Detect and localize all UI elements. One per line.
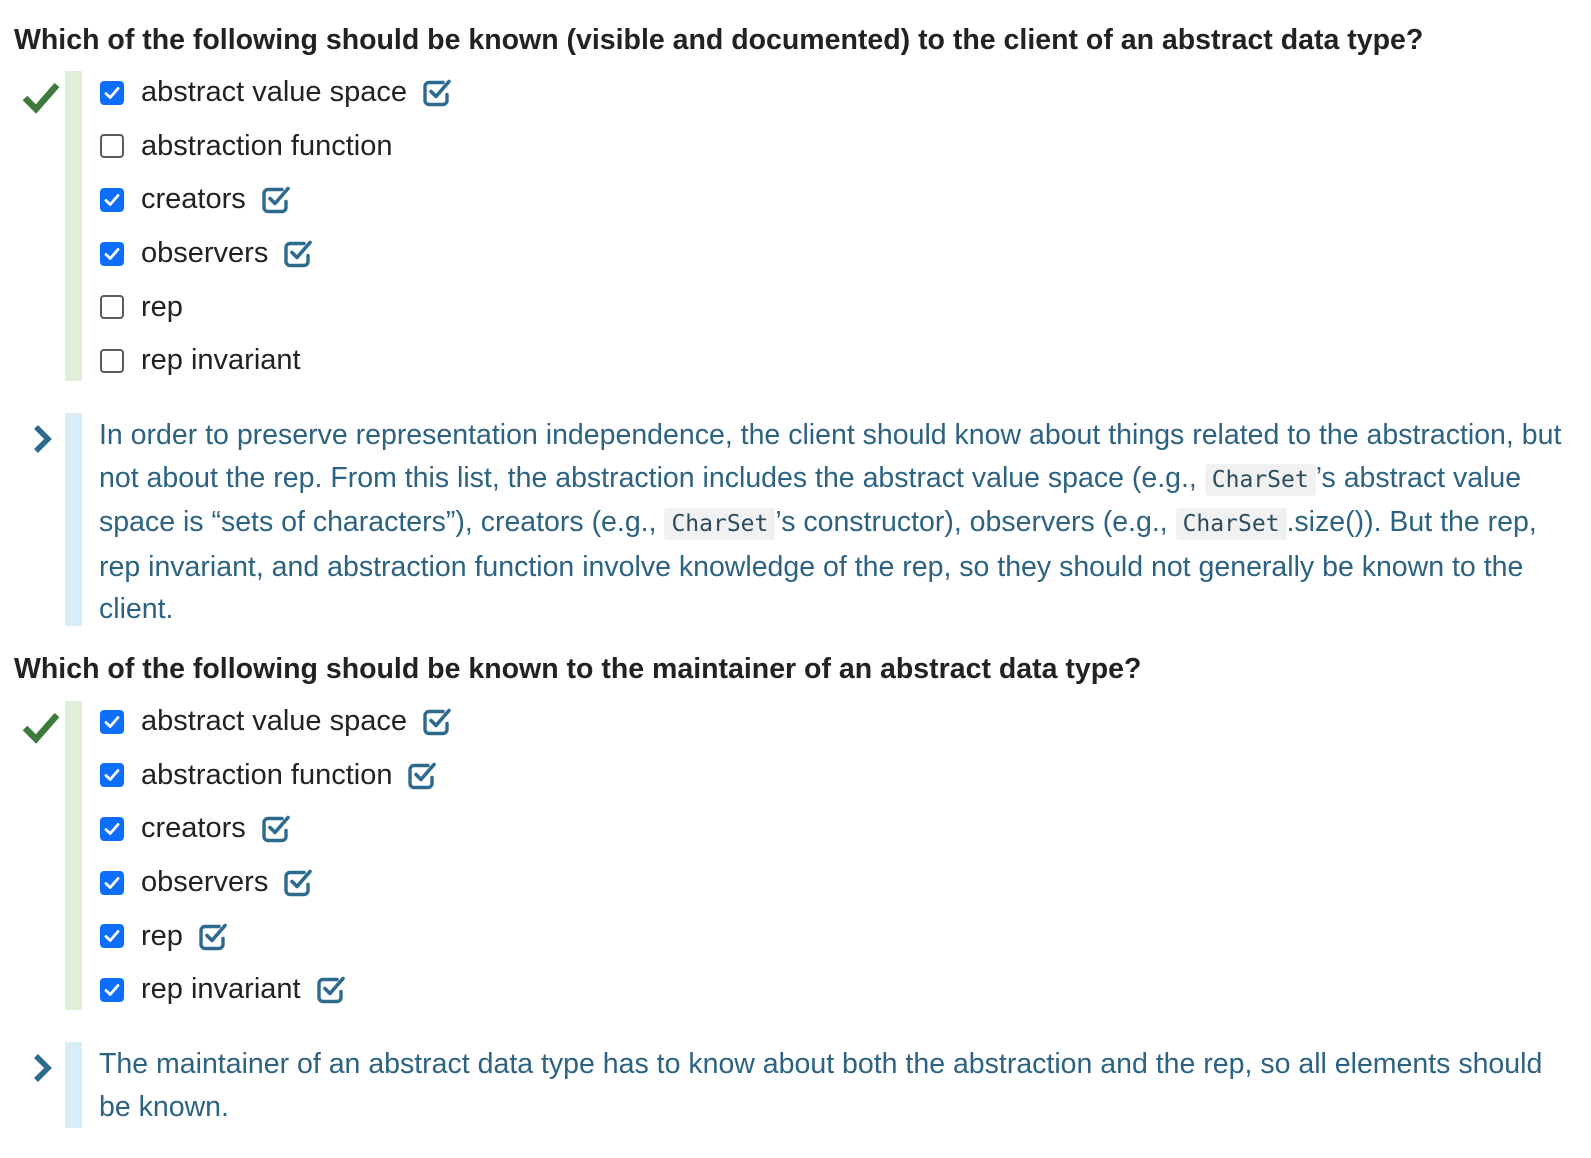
checkbox-checked[interactable]: [100, 763, 124, 788]
check-square-icon: [316, 976, 345, 1004]
explanation-text: ’s constructor), observers (e.g.,: [775, 506, 1176, 538]
checkbox-tick-icon: [104, 769, 120, 782]
answer-option[interactable]: abstraction function: [98, 749, 452, 803]
question-1-explanation: In order to preserve representation inde…: [99, 414, 1574, 631]
check-square-icon: [284, 240, 313, 268]
code-charset: CharSet: [1204, 463, 1316, 496]
answer-option[interactable]: observers: [98, 227, 452, 281]
checkbox-tick-icon: [104, 86, 120, 99]
check-square-icon: [284, 869, 313, 897]
checkbox-checked[interactable]: [100, 80, 124, 105]
checkbox-checked[interactable]: [100, 241, 124, 266]
checkbox-tick-icon: [104, 930, 120, 943]
option-label: rep invariant: [141, 973, 301, 1006]
checkbox-checked[interactable]: [100, 816, 124, 841]
check-square-icon: [408, 762, 437, 790]
checkbox-checked[interactable]: [100, 870, 124, 895]
question-1-title: Which of the following should be known (…: [14, 24, 1424, 56]
question-2-options: abstract value space abstraction function…: [98, 695, 452, 1017]
question-2-title: Which of the following should be known t…: [14, 653, 1142, 685]
checkbox-unchecked[interactable]: [100, 134, 124, 159]
check-square-icon: [423, 79, 451, 107]
checkbox-tick-icon: [104, 983, 120, 996]
checkbox-unchecked[interactable]: [100, 348, 124, 373]
check-square-icon: [262, 187, 290, 214]
checkbox-tick-icon: [104, 194, 120, 206]
answer-bar: [65, 701, 82, 1010]
option-label: rep: [141, 919, 183, 952]
chevron-right-icon[interactable]: [30, 1051, 54, 1085]
code-charset: CharSet: [1175, 508, 1287, 540]
answer-option[interactable]: abstraction function: [98, 120, 452, 174]
question-1-options: abstract value space abstraction function…: [98, 66, 452, 388]
code-charset: CharSet: [664, 508, 776, 540]
checkbox-tick-icon: [104, 823, 120, 835]
checkbox-checked[interactable]: [100, 709, 124, 734]
option-label: creators: [141, 812, 246, 845]
question-2-explanation: The maintainer of an abstract data type …: [99, 1048, 1543, 1123]
option-label: abstract value space: [141, 76, 407, 109]
check-square-icon: [199, 923, 227, 950]
chevron-right-icon[interactable]: [30, 422, 54, 456]
checkbox-tick-icon: [104, 247, 120, 260]
answer-bar: [65, 71, 82, 381]
checkmark-icon: [22, 82, 60, 114]
checkbox-checked[interactable]: [100, 187, 124, 212]
option-label: abstract value space: [141, 705, 407, 738]
checkbox-tick-icon: [104, 715, 120, 728]
answer-option[interactable]: rep: [98, 909, 452, 963]
checkbox-checked[interactable]: [100, 977, 124, 1002]
checkbox-checked[interactable]: [100, 924, 124, 949]
checkbox-unchecked[interactable]: [100, 295, 124, 320]
answer-option[interactable]: abstract value space: [98, 66, 452, 120]
checkbox-tick-icon: [104, 876, 120, 889]
answer-option[interactable]: rep invariant: [98, 334, 452, 388]
option-label: abstraction function: [141, 129, 393, 162]
option-label: rep: [141, 290, 183, 323]
option-label: abstraction function: [141, 758, 393, 791]
explanation-bar: [65, 1042, 82, 1128]
check-square-icon: [423, 708, 451, 736]
answer-option[interactable]: rep invariant: [98, 963, 452, 1017]
option-label: observers: [141, 866, 269, 899]
answer-option[interactable]: abstract value space: [98, 695, 452, 749]
check-square-icon: [262, 816, 290, 843]
explanation-bar: [65, 413, 82, 626]
option-label: creators: [141, 183, 246, 216]
option-label: rep invariant: [141, 344, 301, 377]
option-label: observers: [141, 237, 269, 270]
answer-option[interactable]: observers: [98, 856, 452, 910]
answer-option[interactable]: rep: [98, 280, 452, 334]
answer-option[interactable]: creators: [98, 173, 452, 227]
answer-option[interactable]: creators: [98, 802, 452, 856]
checkmark-icon: [22, 712, 60, 744]
